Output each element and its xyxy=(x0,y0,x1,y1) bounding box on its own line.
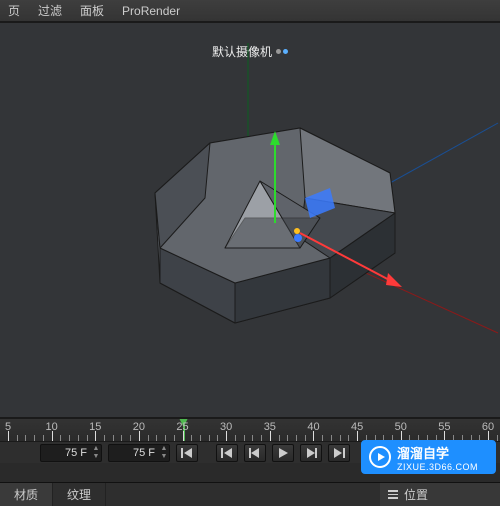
menu-prorender[interactable]: ProRender xyxy=(122,4,180,18)
step-back-button[interactable] xyxy=(244,444,266,462)
tab-materials[interactable]: 材质 xyxy=(0,483,53,506)
menu-icon xyxy=(388,490,398,499)
end-frame-field[interactable]: ▲▼ xyxy=(108,444,170,462)
spinner-down-icon[interactable]: ▼ xyxy=(159,453,169,461)
goto-next-key-button[interactable] xyxy=(328,444,350,462)
current-frame-input[interactable] xyxy=(41,447,91,459)
watermark-title: 溜溜自学 xyxy=(397,446,449,461)
play-circle-icon xyxy=(369,446,391,468)
end-frame-input[interactable] xyxy=(109,447,159,459)
menu-panel[interactable]: 面板 xyxy=(80,2,104,19)
spinner-down-icon[interactable]: ▼ xyxy=(91,453,101,461)
goto-start-button[interactable] xyxy=(176,444,198,462)
timeline-ruler[interactable]: 51015202530354045505560 xyxy=(0,419,500,441)
tab-textures[interactable]: 纹理 xyxy=(53,483,106,506)
panel-position-header[interactable]: 位置 xyxy=(380,483,500,506)
viewport[interactable]: 默认摄像机 xyxy=(0,22,500,418)
watermark-sub: ZIXUE.3D66.COM xyxy=(397,462,478,472)
step-forward-button[interactable] xyxy=(300,444,322,462)
viewport-canvas xyxy=(0,23,500,418)
menu-view[interactable]: 页 xyxy=(8,2,20,19)
spinner-up-icon[interactable]: ▲ xyxy=(159,445,169,453)
panel-position-label: 位置 xyxy=(404,486,428,503)
watermark-badge: 溜溜自学 ZIXUE.3D66.COM xyxy=(361,440,496,474)
spinner-up-icon[interactable]: ▲ xyxy=(91,445,101,453)
current-frame-field[interactable]: ▲▼ xyxy=(40,444,102,462)
goto-prev-key-button[interactable] xyxy=(216,444,238,462)
play-button[interactable] xyxy=(272,444,294,462)
menu-filter[interactable]: 过滤 xyxy=(38,2,62,19)
